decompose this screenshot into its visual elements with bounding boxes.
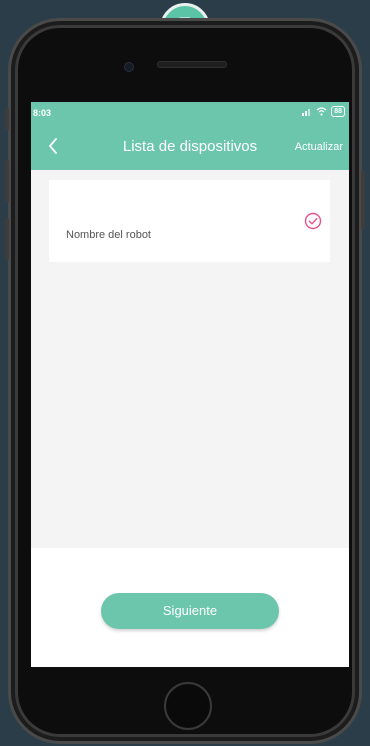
stage: 5 8:03 88 (0, 0, 370, 746)
volume-up-button (5, 160, 9, 202)
earpiece (157, 61, 227, 68)
refresh-button[interactable]: Actualizar (295, 141, 343, 153)
check-circle-icon (304, 212, 322, 230)
status-icons: 88 (302, 106, 345, 117)
device-list-item[interactable]: Nombre del robot (49, 180, 330, 262)
battery-icon: 88 (331, 106, 345, 117)
app-bar: Lista de dispositivos Actualizar (31, 124, 349, 170)
status-time: 8:03 (33, 108, 52, 118)
back-button[interactable] (43, 133, 67, 159)
chevron-left-icon (49, 138, 57, 154)
signal-icon (302, 109, 311, 116)
status-bar: 8:03 88 (31, 102, 349, 124)
mute-switch (5, 108, 9, 130)
home-button[interactable] (164, 682, 212, 730)
device-list: Nombre del robot (31, 170, 349, 548)
next-button[interactable]: Siguiente (101, 593, 279, 629)
phone-screen: 8:03 88 Lista de dispositivos Actualizar… (31, 102, 349, 667)
volume-down-button (5, 218, 9, 260)
page-title: Lista de dispositivos (122, 138, 258, 155)
wifi-icon (316, 107, 327, 116)
power-button (361, 170, 365, 230)
front-camera (124, 62, 134, 72)
device-name: Nombre del robot (66, 229, 151, 241)
footer: Siguiente (31, 548, 349, 667)
